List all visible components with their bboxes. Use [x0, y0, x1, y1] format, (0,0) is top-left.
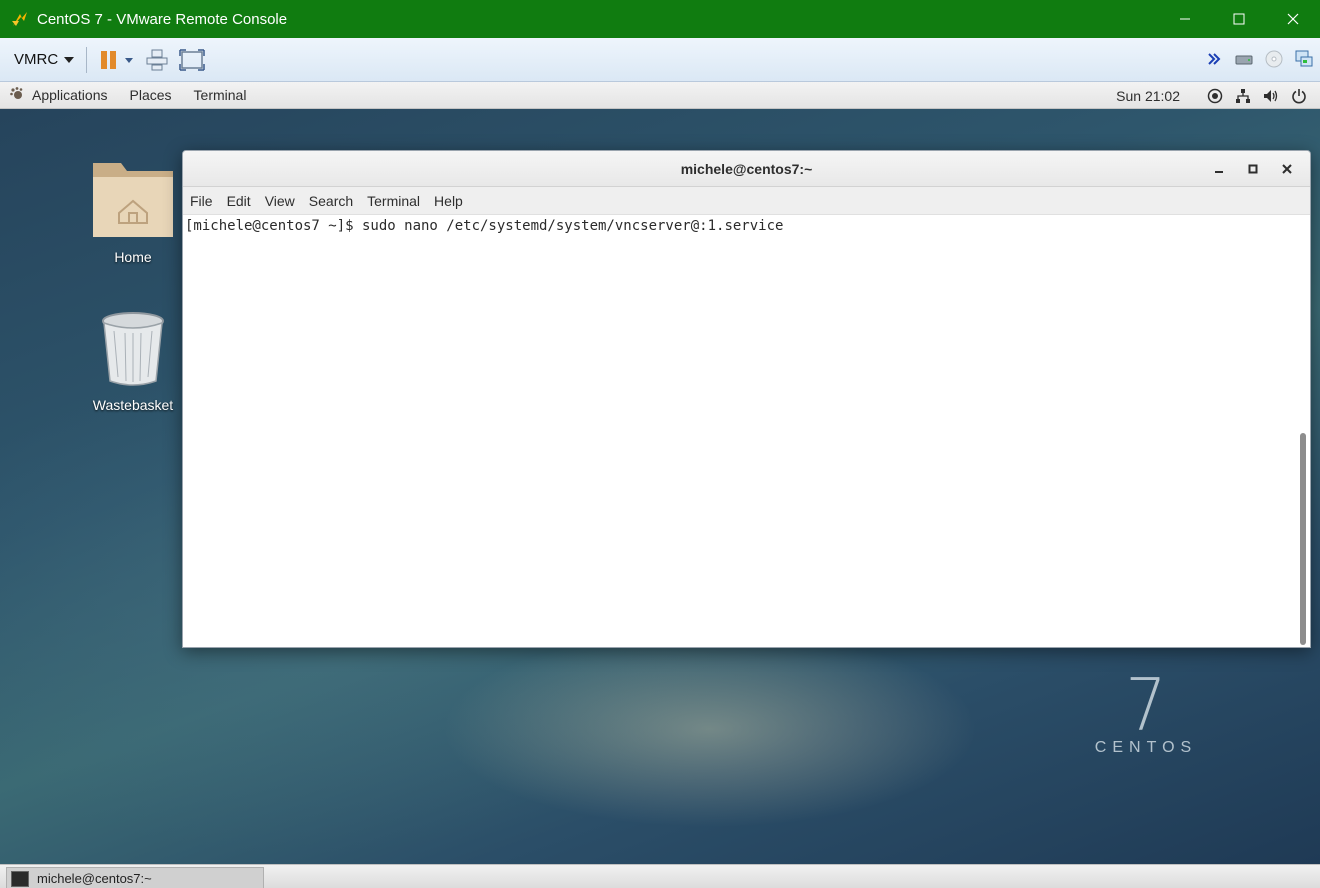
taskbar-item-label: michele@centos7:~ [37, 871, 152, 886]
minimize-button[interactable] [1158, 0, 1212, 38]
gnome-foot-icon [9, 86, 25, 105]
bottom-taskbar: michele@centos7:~ [0, 864, 1320, 888]
terminal-scrollbar[interactable] [1298, 215, 1306, 647]
menu-view[interactable]: View [265, 193, 295, 209]
window-controls [1158, 0, 1320, 38]
hard-disk-icon[interactable] [1232, 46, 1256, 72]
terminal-close-button[interactable] [1272, 154, 1302, 184]
menu-file[interactable]: File [190, 193, 213, 209]
centos-logo: 7 CENTOS [1086, 665, 1206, 757]
toolbar-divider [86, 46, 88, 73]
terminal-window[interactable]: michele@centos7:~ File Edit View Search … [182, 150, 1311, 648]
maximize-button[interactable] [1212, 0, 1266, 38]
terminal-app-menu[interactable]: Terminal [194, 87, 247, 103]
applications-menu[interactable]: Applications [9, 86, 108, 105]
terminal-titlebar[interactable]: michele@centos7:~ [183, 151, 1310, 187]
menu-edit[interactable]: Edit [227, 193, 251, 209]
menu-search[interactable]: Search [309, 193, 353, 209]
toolbar-device-icons [1202, 46, 1316, 72]
vmware-app-icon [9, 8, 31, 30]
terminal-title: michele@centos7:~ [680, 160, 813, 177]
clock[interactable]: Sun 21:02 [1116, 88, 1180, 104]
desktop-icon-label: Home [114, 249, 152, 265]
applications-label: Applications [32, 87, 108, 103]
places-label: Places [129, 87, 172, 103]
fullscreen-button[interactable] [179, 45, 205, 75]
send-ctrl-alt-del-button[interactable] [145, 45, 169, 75]
pause-button[interactable] [99, 45, 135, 75]
taskbar-item-terminal[interactable]: michele@centos7:~ [6, 867, 264, 888]
centos-logo-number: 7 [1125, 663, 1167, 747]
terminal-scrollbar-thumb[interactable] [1300, 433, 1306, 645]
terminal-output[interactable]: [michele@centos7 ~]$ sudo nano /etc/syst… [183, 215, 1310, 647]
volume-icon[interactable] [1262, 87, 1280, 105]
chevron-down-icon [64, 56, 75, 63]
cd-drive-icon[interactable] [1262, 46, 1286, 72]
window-title: CentOS 7 - VMware Remote Console [37, 10, 288, 28]
terminal-app-label: Terminal [193, 87, 247, 103]
terminal-menubar: File Edit View Search Terminal Help [183, 187, 1310, 215]
terminal-icon [11, 870, 29, 887]
desktop-icon-label: Wastebasket [92, 397, 174, 413]
terminal-line: [michele@centos7 ~]$ sudo nano /etc/syst… [185, 218, 784, 234]
vmrc-menu-label: VMRC [14, 51, 59, 68]
close-button[interactable] [1266, 0, 1320, 38]
places-menu[interactable]: Places [130, 87, 172, 103]
terminal-maximize-button[interactable] [1238, 154, 1268, 184]
trash-icon [98, 311, 168, 391]
power-icon[interactable] [1290, 87, 1308, 105]
desktop-icon-home[interactable]: Home [83, 155, 183, 265]
network-adapter-icon[interactable] [1292, 46, 1316, 72]
network-icon[interactable] [1234, 87, 1252, 105]
terminal-window-controls [1204, 151, 1302, 187]
gnome-top-bar: Applications Places Terminal Sun 21:02 [0, 82, 1320, 109]
desktop-icon-wastebasket[interactable]: Wastebasket [83, 311, 183, 413]
accessibility-icon[interactable] [1206, 87, 1224, 105]
system-tray: Sun 21:02 [1116, 82, 1308, 109]
vmrc-toolbar: VMRC [0, 38, 1320, 82]
menu-help[interactable]: Help [434, 193, 463, 209]
vmrc-menu-button[interactable]: VMRC [14, 51, 75, 68]
double-chevron-right-icon[interactable] [1202, 46, 1226, 72]
terminal-minimize-button[interactable] [1204, 154, 1234, 184]
window-titlebar: CentOS 7 - VMware Remote Console [0, 0, 1320, 38]
folder-home-icon [91, 155, 175, 243]
menu-terminal[interactable]: Terminal [367, 193, 420, 209]
